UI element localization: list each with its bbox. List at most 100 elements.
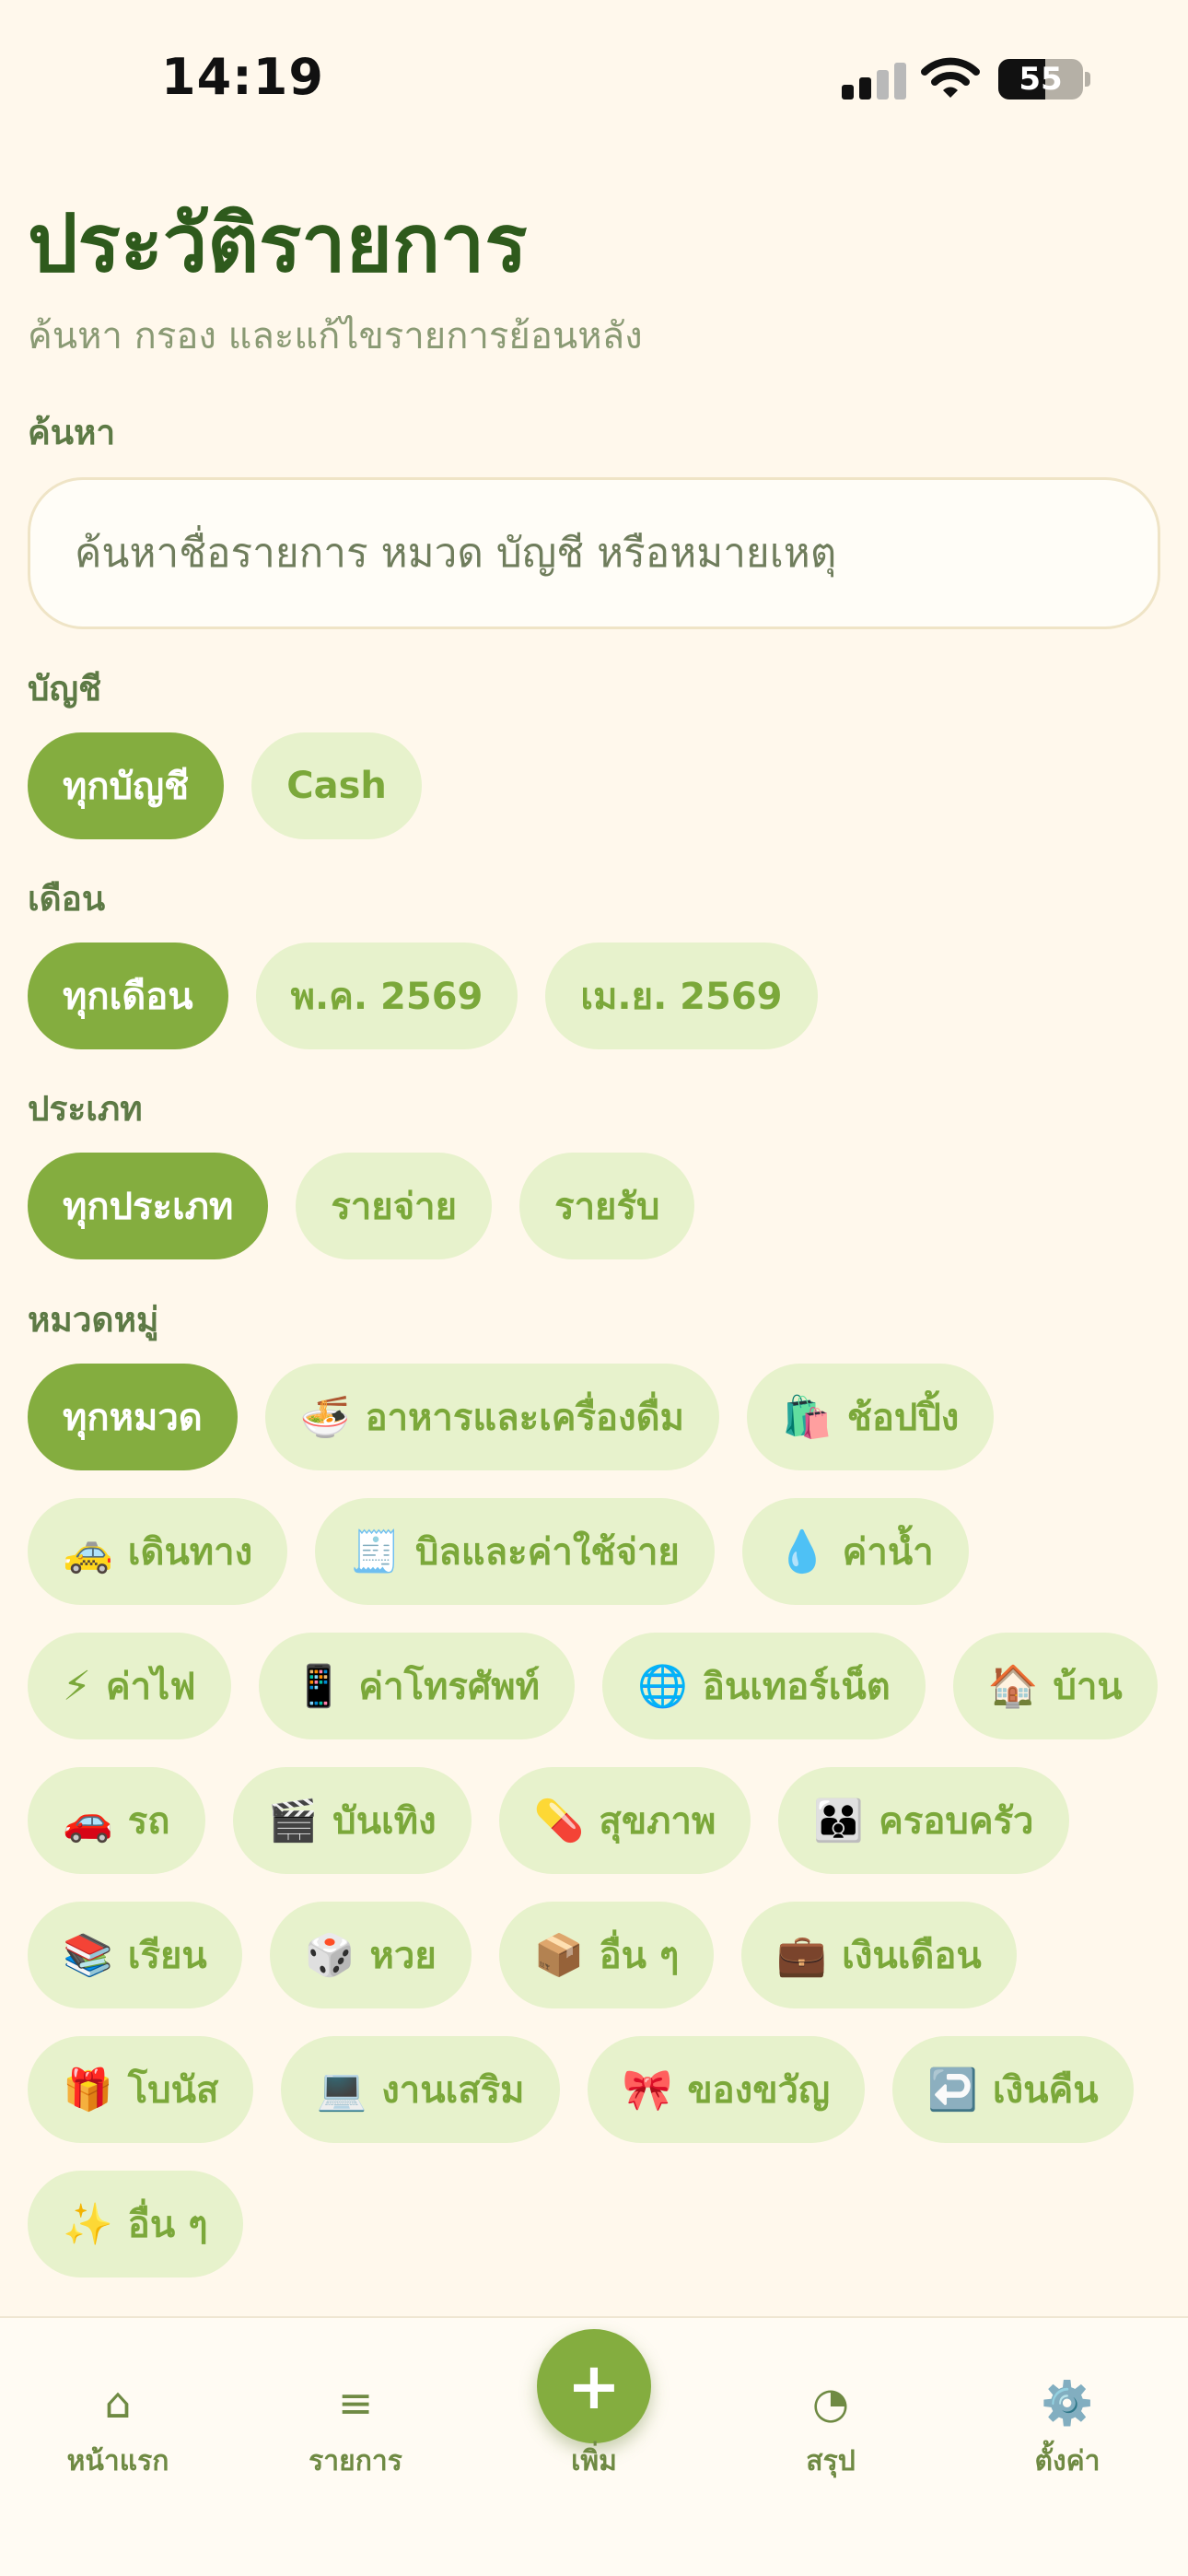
battery-tip <box>1085 72 1090 87</box>
category-chip-label: ทุกหมวด <box>63 1397 203 1439</box>
type-chip-label: รายจ่าย <box>331 1186 458 1228</box>
pie-chart-icon: ◔ <box>811 2378 850 2428</box>
category-filter-chips: ทุกหมวด 🍜 อาหารและเครื่องดื่ม 🛍️ ช้อปปิ้ง 🚕 เด… <box>28 1364 1170 2277</box>
category-chip[interactable]: ทุกหมวด <box>28 1364 238 1470</box>
category-chip-icon: 💊 <box>533 1797 585 1844</box>
category-chip-icon: 🏠 <box>987 1663 1039 1710</box>
category-chip-icon: 🛍️ <box>781 1394 833 1441</box>
category-chip[interactable]: 🌐 อินเทอร์เน็ต <box>602 1633 926 1739</box>
category-chip[interactable]: 🎬 บันเทิง <box>232 1767 472 1874</box>
nav-settings[interactable]: ⚙️ ตั้งค่า <box>975 2373 1159 2483</box>
nav-summary[interactable]: ◔ สรุป <box>739 2373 923 2483</box>
battery-percent: 55 <box>1019 61 1063 98</box>
category-chip-icon: 🌐 <box>637 1663 688 1710</box>
category-chip-icon: 🎬 <box>267 1797 319 1844</box>
category-chip-icon: 🍜 <box>299 1394 351 1441</box>
type-chip-label: รายรับ <box>554 1186 660 1228</box>
category-chip-icon: 🚗 <box>63 1797 113 1844</box>
nav-home[interactable]: ⌂ หน้าแรก <box>26 2373 210 2483</box>
category-chip-label: หวย <box>369 1935 437 1977</box>
category-chip[interactable]: 📦 อื่น ๆ <box>498 1902 715 2008</box>
type-chip[interactable]: ทุกประเภท <box>28 1153 269 1259</box>
category-chip-icon: 🎀 <box>622 2067 673 2113</box>
category-chip[interactable]: ⚡ ค่าไฟ <box>28 1633 231 1739</box>
category-chip-label: บ้าน <box>1053 1666 1123 1708</box>
category-chip-label: เงินเดือน <box>842 1935 982 1977</box>
category-chip-icon: ✨ <box>63 2201 113 2248</box>
category-chip[interactable]: ↩️ เงินคืน <box>892 2036 1134 2143</box>
category-chip-label: บันเทิง <box>332 1800 437 1843</box>
gear-icon: ⚙️ <box>1041 2378 1094 2428</box>
status-bar: 14:19 55 <box>0 0 1188 147</box>
category-chip[interactable]: 💻 งานเสริม <box>281 2036 560 2143</box>
category-chip-label: อาหารและเครื่องดื่ม <box>365 1397 684 1439</box>
category-chip[interactable]: 🚗 รถ <box>28 1767 205 1874</box>
category-chip[interactable]: 🚕 เดินทาง <box>28 1498 288 1605</box>
search-label: ค้นหา <box>28 413 116 452</box>
home-icon: ⌂ <box>104 2378 132 2428</box>
nav-home-label: หน้าแรก <box>66 2445 169 2477</box>
month-chip[interactable]: เม.ย. 2569 <box>545 943 818 1049</box>
category-chip-label: อื่น ๆ <box>127 2204 208 2246</box>
category-chip[interactable]: 🍜 อาหารและเครื่องดื่ม <box>264 1364 719 1470</box>
category-chip-icon: 🧾 <box>350 1528 401 1575</box>
month-filter-label: เดือน <box>28 879 106 919</box>
nav-transactions[interactable]: ≡ รายการ <box>263 2373 448 2483</box>
category-chip-label: เดินทาง <box>127 1531 253 1574</box>
account-chip[interactable]: ทุกบัญชี <box>28 732 225 839</box>
category-chip[interactable]: 💼 เงินเดือน <box>741 1902 1017 2008</box>
category-chip-icon: 📦 <box>533 1932 585 1979</box>
month-chip-label: เม.ย. 2569 <box>580 976 783 1018</box>
category-chip[interactable]: 🎁 โบนัส <box>28 2036 254 2143</box>
category-chip-label: ค่าน้ำ <box>842 1531 934 1574</box>
nav-summary-label: สรุป <box>806 2445 856 2477</box>
search-input[interactable] <box>30 480 1158 626</box>
category-chip[interactable]: 🛍️ ช้อปปิ้ง <box>746 1364 995 1470</box>
search-box <box>28 477 1160 629</box>
category-chip-label: ค่าโทรศัพท์ <box>358 1666 541 1708</box>
add-transaction-button[interactable]: + <box>537 2329 651 2443</box>
account-chip[interactable]: Cash <box>251 732 422 839</box>
account-filter-chips: ทุกบัญชี Cash <box>28 732 1170 839</box>
status-time: 14:19 <box>161 48 324 106</box>
category-chip[interactable]: 📚 เรียน <box>28 1902 242 2008</box>
category-chip-icon: ⚡ <box>63 1662 91 1710</box>
category-chip-label: ค่าไฟ <box>105 1666 196 1708</box>
month-chip[interactable]: ทุกเดือน <box>28 943 228 1049</box>
category-chip[interactable]: ✨ อื่น ๆ <box>28 2171 243 2277</box>
category-chip[interactable]: 🧾 บิลและค่าใช้จ่าย <box>315 1498 715 1605</box>
category-chip-icon: 💼 <box>776 1932 828 1979</box>
category-chip-icon: 🚕 <box>63 1528 113 1575</box>
category-chip-label: ครอบครัว <box>879 1800 1034 1843</box>
category-chip-icon: 💧 <box>776 1528 828 1575</box>
page-subtitle: ค้นหา กรอง และแก้ไขรายการย้อนหลัง <box>28 315 643 357</box>
category-chip-label: รถ <box>127 1800 170 1843</box>
cellular-signal-icon <box>842 61 906 100</box>
month-chip-label: พ.ค. 2569 <box>290 976 483 1018</box>
account-chip-label: Cash <box>286 765 387 807</box>
type-chip[interactable]: รายรับ <box>519 1153 695 1259</box>
category-chip-label: เรียน <box>127 1935 207 1977</box>
category-chip-label: บิลและค่าใช้จ่าย <box>414 1531 680 1574</box>
page-title: ประวัติรายการ <box>28 198 528 290</box>
type-chip-label: ทุกประเภท <box>63 1186 234 1228</box>
add-transaction-label: เพิ่ม <box>571 2445 617 2477</box>
month-chip[interactable]: พ.ค. 2569 <box>255 943 518 1049</box>
plus-icon: + <box>566 2348 622 2424</box>
type-filter-label: ประเภท <box>28 1089 143 1129</box>
history-screen: 14:19 55 ประวัติรายการ ค้นหา กรอง และแก้… <box>0 0 1188 2576</box>
battery-icon: 55 <box>998 59 1083 100</box>
account-filter-label: บัญชี <box>28 669 102 708</box>
category-chip[interactable]: 💊 สุขภาพ <box>498 1767 751 1874</box>
nav-settings-label: ตั้งค่า <box>1034 2445 1101 2477</box>
category-chip[interactable]: 👪 ครอบครัว <box>778 1767 1069 1874</box>
nav-transactions-label: รายการ <box>309 2445 402 2477</box>
category-chip[interactable]: 🎲 หวย <box>269 1902 472 2008</box>
category-chip[interactable]: 💧 ค่าน้ำ <box>741 1498 969 1605</box>
category-chip-label: ช้อปปิ้ง <box>846 1397 960 1439</box>
type-chip[interactable]: รายจ่าย <box>296 1153 493 1259</box>
category-chip[interactable]: 🏠 บ้าน <box>952 1633 1158 1739</box>
category-chip[interactable]: 📱 ค่าโทรศัพท์ <box>258 1633 576 1739</box>
category-chip-icon: 👪 <box>813 1797 865 1844</box>
category-chip[interactable]: 🎀 ของขวัญ <box>587 2036 866 2143</box>
